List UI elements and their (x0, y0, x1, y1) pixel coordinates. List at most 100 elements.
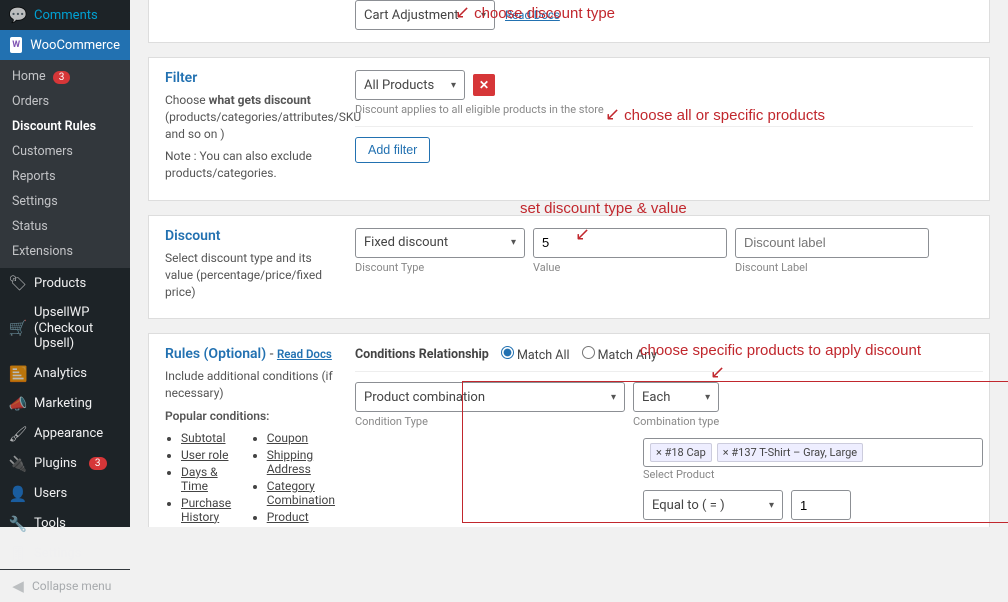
chip-tshirt[interactable]: × #137 T-Shirt – Gray, Large (717, 443, 863, 462)
discount-desc: Select discount type and its value (perc… (165, 250, 335, 300)
collapse-menu[interactable]: ◀Collapse menu (0, 569, 130, 602)
popular-link[interactable]: Days & Time (181, 465, 233, 493)
product-multiselect[interactable]: × #18 Cap × #137 T-Shirt – Gray, Large (643, 438, 983, 467)
plug-icon: 🔌 (10, 456, 26, 472)
operator-select[interactable]: Equal to ( = )▾ (643, 490, 783, 520)
popular-link[interactable]: Subtotal (181, 431, 233, 445)
subitem-settings[interactable]: Settings (0, 189, 130, 214)
woo-submenu: Home 3 Orders Discount Rules Customers R… (0, 60, 130, 268)
field-caption: Combination type (633, 415, 719, 428)
subitem-discount-rules[interactable]: Discount Rules (0, 114, 130, 139)
popular-link[interactable]: Coupon (267, 431, 335, 445)
sidebar-item-users[interactable]: 👤 Users (0, 479, 130, 509)
sidebar-label: Marketing (34, 396, 92, 411)
sidebar-item-marketing[interactable]: 📣 Marketing (0, 389, 130, 419)
megaphone-icon: 📣 (10, 396, 26, 412)
popular-link[interactable]: User role (181, 448, 233, 462)
discount-label-input[interactable] (735, 228, 929, 258)
field-caption: Discount Label (735, 261, 929, 274)
sidebar-label: Comments (34, 8, 98, 23)
chip-cap[interactable]: × #18 Cap (650, 443, 712, 462)
condition-type-select[interactable]: Product combination▾ (355, 382, 625, 412)
sidebar-item-woocommerce[interactable]: WWooCommerce (0, 30, 130, 60)
sidebar-label: Settings (34, 546, 81, 561)
sidebar-label: Products (34, 276, 86, 291)
sidebar-item-products[interactable]: 🏷 Products (0, 268, 130, 298)
filter-heading: Filter (165, 70, 335, 86)
add-filter-button[interactable]: Add filter (355, 137, 430, 163)
popular-col2: Coupon Shipping Address Category Combina… (251, 431, 335, 527)
subitem-status[interactable]: Status (0, 214, 130, 239)
sidebar-label: Plugins (34, 456, 77, 471)
popular-link[interactable]: Purchase History (181, 496, 233, 524)
field-caption: Condition Type (355, 415, 625, 428)
subitem-extensions[interactable]: Extensions (0, 239, 130, 264)
field-caption: Discount Type (355, 261, 525, 274)
discount-type-field[interactable]: Fixed discount▾ (355, 228, 525, 258)
subitem-reports[interactable]: Reports (0, 164, 130, 189)
discount-type-select[interactable]: Cart Adjustment▾ (355, 0, 495, 30)
chevron-down-icon: ▾ (481, 10, 486, 21)
sidebar-item-analytics[interactable]: 📶 Analytics (0, 359, 130, 389)
sidebar-item-comments[interactable]: 💬 Comments (0, 0, 130, 30)
field-caption: Value (533, 261, 727, 274)
sidebar-item-appearance[interactable]: 🖌 Appearance (0, 419, 130, 449)
chevron-down-icon: ▾ (611, 392, 616, 403)
discount-panel: Discount Select discount type and its va… (148, 215, 990, 319)
badge: 3 (53, 71, 71, 84)
chevron-down-icon: ▾ (705, 392, 710, 403)
sidebar-label: Users (34, 486, 67, 501)
chevron-down-icon: ▾ (451, 80, 456, 91)
sidebar-item-settings2[interactable]: 🎚 Settings (0, 539, 130, 569)
sidebar-item-plugins[interactable]: 🔌 Plugins 3 (0, 449, 130, 479)
subitem-customers[interactable]: Customers (0, 139, 130, 164)
chevron-down-icon: ▾ (511, 237, 516, 248)
sidebar-label: Appearance (34, 426, 103, 441)
remove-filter-button[interactable]: ✕ (473, 74, 495, 96)
popular-link[interactable]: Shipping Address (267, 448, 335, 476)
chart-icon: 📶 (10, 366, 26, 382)
conditions-relationship: Conditions Relationship Match All Match … (355, 346, 983, 363)
cart-icon: 🛒 (10, 320, 26, 336)
discount-value-input[interactable] (533, 228, 727, 258)
rule-type-panel: Cart Adjustment▾ Read Docs (148, 0, 990, 43)
filter-caption: Discount applies to all eligible product… (355, 103, 973, 116)
sidebar-label: Analytics (34, 366, 87, 381)
filter-select[interactable]: All Products▾ (355, 70, 465, 100)
slider-icon: 🎚 (10, 546, 26, 562)
rules-docs-link[interactable]: Read Docs (277, 347, 332, 361)
woo-icon: W (10, 37, 22, 53)
popular-link[interactable]: Product (267, 510, 335, 524)
user-icon: 👤 (10, 486, 26, 502)
badge: 3 (89, 457, 107, 470)
quantity-input[interactable] (791, 490, 851, 520)
rules-heading: Rules (Optional) - Read Docs (165, 346, 335, 362)
match-any-radio[interactable]: Match Any (582, 346, 657, 363)
subitem-home[interactable]: Home 3 (0, 64, 130, 89)
rules-panel: Rules (Optional) - Read Docs Include add… (148, 333, 990, 527)
subitem-orders[interactable]: Orders (0, 89, 130, 114)
popular-link[interactable]: Category Combination (267, 479, 335, 507)
discount-heading: Discount (165, 228, 335, 244)
filter-desc: Choose what gets discount (products/cate… (165, 92, 335, 142)
sidebar-item-tools[interactable]: 🔧Tools (0, 509, 130, 539)
filter-panel: Filter Choose what gets discount (produc… (148, 57, 990, 201)
comment-icon: 💬 (10, 7, 26, 23)
sidebar-label: Tools (34, 516, 66, 531)
read-docs-link[interactable]: Read Docs (505, 8, 560, 22)
filter-note: Note : You can also exclude products/cat… (165, 148, 335, 182)
popular-heading: Popular conditions: (165, 408, 335, 425)
sidebar-item-upsell[interactable]: 🛒 UpsellWP (Checkout Upsell) (0, 298, 130, 359)
popular-col1: Subtotal User role Days & Time Purchase … (165, 431, 233, 527)
tag-icon: 🏷 (10, 275, 26, 291)
combination-type-select[interactable]: Each▾ (633, 382, 719, 412)
chevron-down-icon: ▾ (769, 500, 774, 511)
sidebar-label: UpsellWP (Checkout Upsell) (34, 305, 120, 352)
main-content: Cart Adjustment▾ Read Docs Filter Choose… (130, 0, 1008, 527)
collapse-icon: ◀ (10, 578, 26, 594)
wp-admin-sidebar: 💬 Comments WWooCommerce Home 3 Orders Dis… (0, 0, 130, 527)
brush-icon: 🖌 (10, 426, 26, 442)
match-all-radio[interactable]: Match All (501, 346, 570, 363)
field-caption: Select Product (643, 468, 714, 481)
rules-desc: Include additional conditions (if necess… (165, 368, 335, 402)
